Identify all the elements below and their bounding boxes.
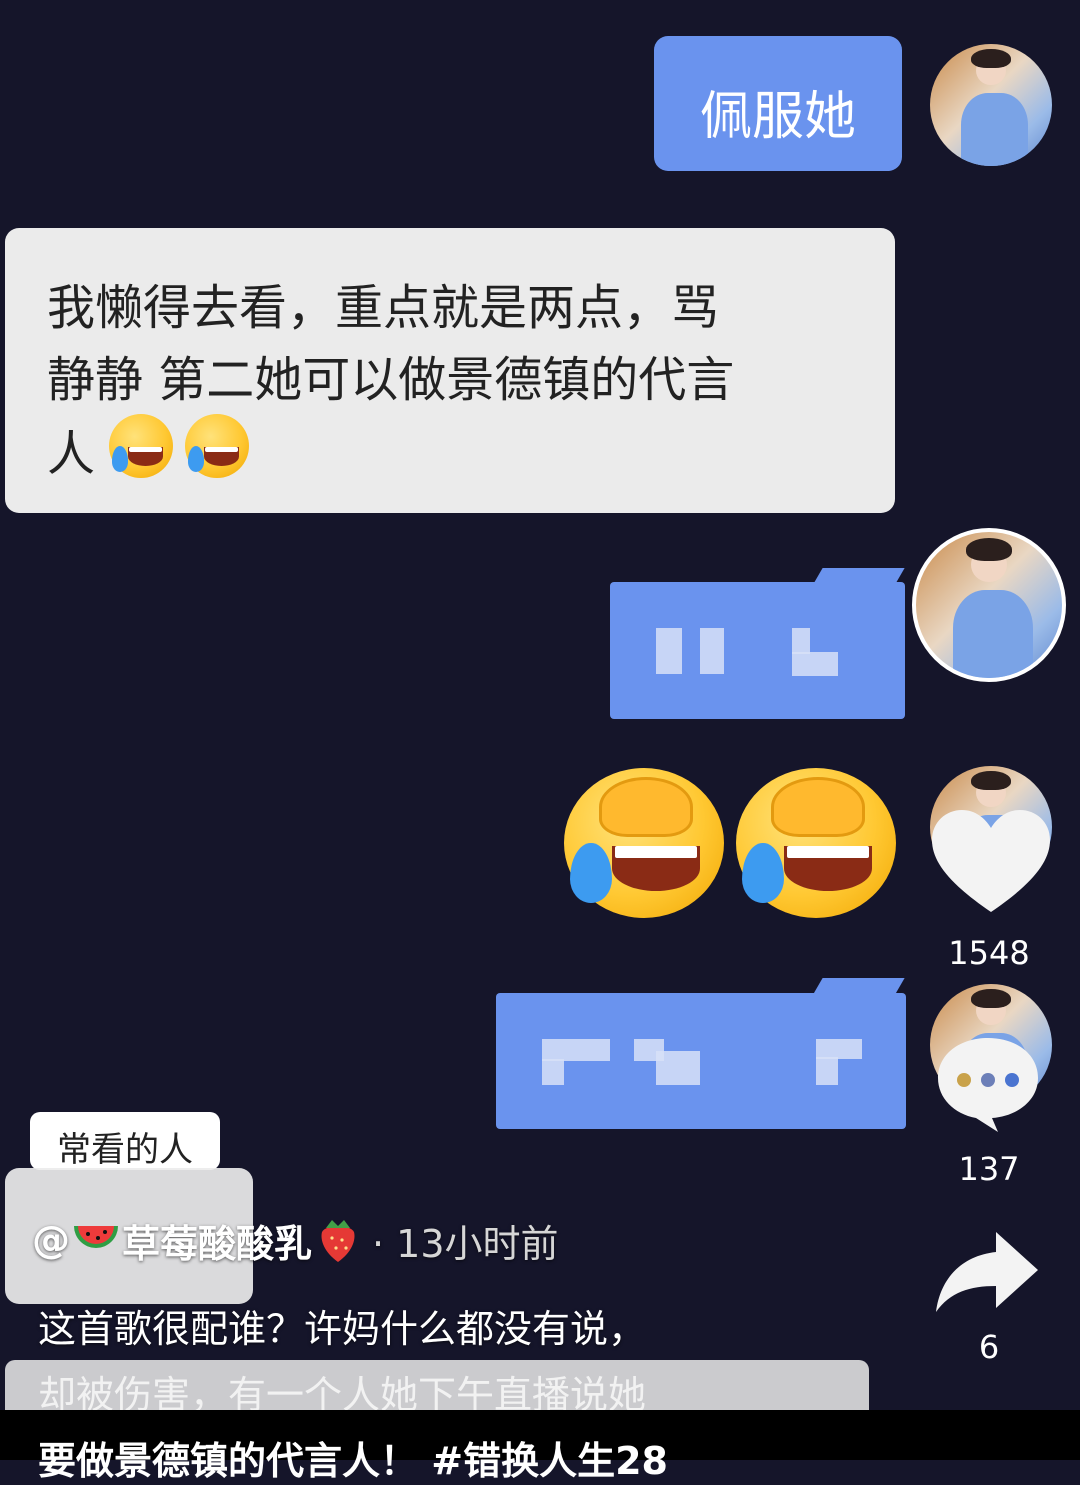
heart-icon[interactable] xyxy=(930,808,1052,914)
avatar[interactable] xyxy=(930,44,1052,166)
comment-icon[interactable] xyxy=(932,1034,1044,1134)
facepalm-emoji xyxy=(564,768,724,918)
outgoing-message-censored xyxy=(610,582,905,719)
message-line: 我懒得去看，重点就是两点，骂 xyxy=(47,280,720,336)
like-count: 1548 xyxy=(948,934,1030,972)
at-symbol: @ xyxy=(32,1218,70,1262)
post-time: · 13小时前 xyxy=(372,1221,559,1266)
message-line: 静静 第二她可以做景德镇的代言 xyxy=(47,352,735,408)
avatar[interactable] xyxy=(912,528,1066,682)
share-count: 6 xyxy=(978,1328,1000,1366)
outgoing-message-1: 佩服她 xyxy=(654,36,902,171)
comment-count: 137 xyxy=(958,1150,1020,1188)
author-name: 草莓酸酸乳 xyxy=(122,1221,313,1266)
laugh-cry-emoji xyxy=(109,414,173,478)
caption-line: 要做景德镇的代言人！ #错换人生28 xyxy=(38,1439,668,1483)
message-line: 人 xyxy=(47,426,96,482)
author-line[interactable]: @ 草莓酸酸乳 · 13小时前 xyxy=(32,1212,559,1268)
outgoing-message-censored xyxy=(496,993,906,1129)
caption-line: 这首歌很配谁？许妈什么都没有说， xyxy=(38,1307,647,1351)
facepalm-emoji xyxy=(736,768,896,918)
frequent-people-tag[interactable]: 常看的人 xyxy=(30,1112,220,1170)
incoming-message: 我懒得去看，重点就是两点，骂 静静 第二她可以做景德镇的代言 人 xyxy=(5,228,895,513)
strawberry-emoji xyxy=(321,1220,355,1262)
frequent-people-label: 常看的人 xyxy=(57,1130,193,1170)
watermelon-emoji xyxy=(74,1226,118,1248)
laugh-cry-emoji xyxy=(185,414,249,478)
message-text: 佩服她 xyxy=(699,87,856,147)
share-icon[interactable] xyxy=(934,1230,1040,1314)
